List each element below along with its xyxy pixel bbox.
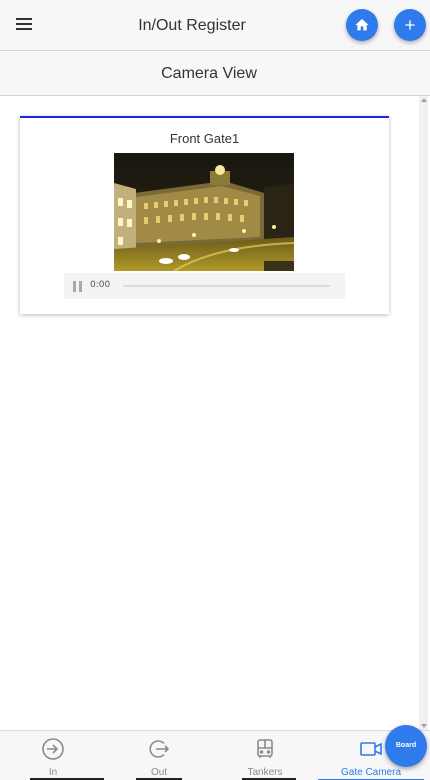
pause-icon[interactable]	[73, 281, 83, 292]
camera-video-feed[interactable]	[114, 153, 294, 271]
bus-icon	[257, 739, 273, 758]
scroll-down-arrow-icon[interactable]	[421, 724, 427, 728]
home-icon	[355, 19, 369, 31]
nav-item-in[interactable]: In	[0, 731, 106, 780]
logout-icon	[149, 740, 170, 758]
video-camera-icon	[360, 742, 382, 756]
subheader: Camera View	[0, 52, 430, 96]
top-app-bar: In/Out Register	[0, 0, 430, 51]
night-street-image	[114, 153, 294, 271]
bottom-navigation: In Out Tankers Gate Camera	[0, 730, 430, 780]
plus-icon	[405, 20, 415, 30]
nav-label-gate-camera: Gate Camera	[340, 767, 402, 778]
nav-label-out: Out	[150, 767, 168, 778]
login-icon	[42, 738, 64, 760]
main-content: Front Gate1 0:00	[0, 96, 430, 730]
nav-label-in: In	[48, 767, 58, 778]
camera-card: Front Gate1 0:00	[20, 116, 389, 314]
board-button[interactable]: Board	[385, 725, 427, 767]
app-root: In/Out Register Camera View Front Gate1	[0, 0, 430, 780]
home-button[interactable]	[346, 9, 378, 41]
add-button[interactable]	[394, 9, 426, 41]
nav-item-tankers[interactable]: Tankers	[212, 731, 318, 780]
scroll-up-arrow-icon[interactable]	[421, 98, 427, 102]
playback-time: 0:00	[90, 280, 111, 290]
camera-title: Front Gate1	[169, 131, 240, 146]
app-title: In/Out Register	[138, 17, 246, 34]
nav-item-out[interactable]: Out	[106, 731, 212, 780]
page-title: Camera View	[161, 65, 257, 82]
nav-label-tankers: Tankers	[247, 767, 283, 778]
seek-bar[interactable]	[123, 285, 330, 287]
video-controls: 0:00	[64, 273, 345, 299]
scrollbar[interactable]	[419, 96, 428, 730]
